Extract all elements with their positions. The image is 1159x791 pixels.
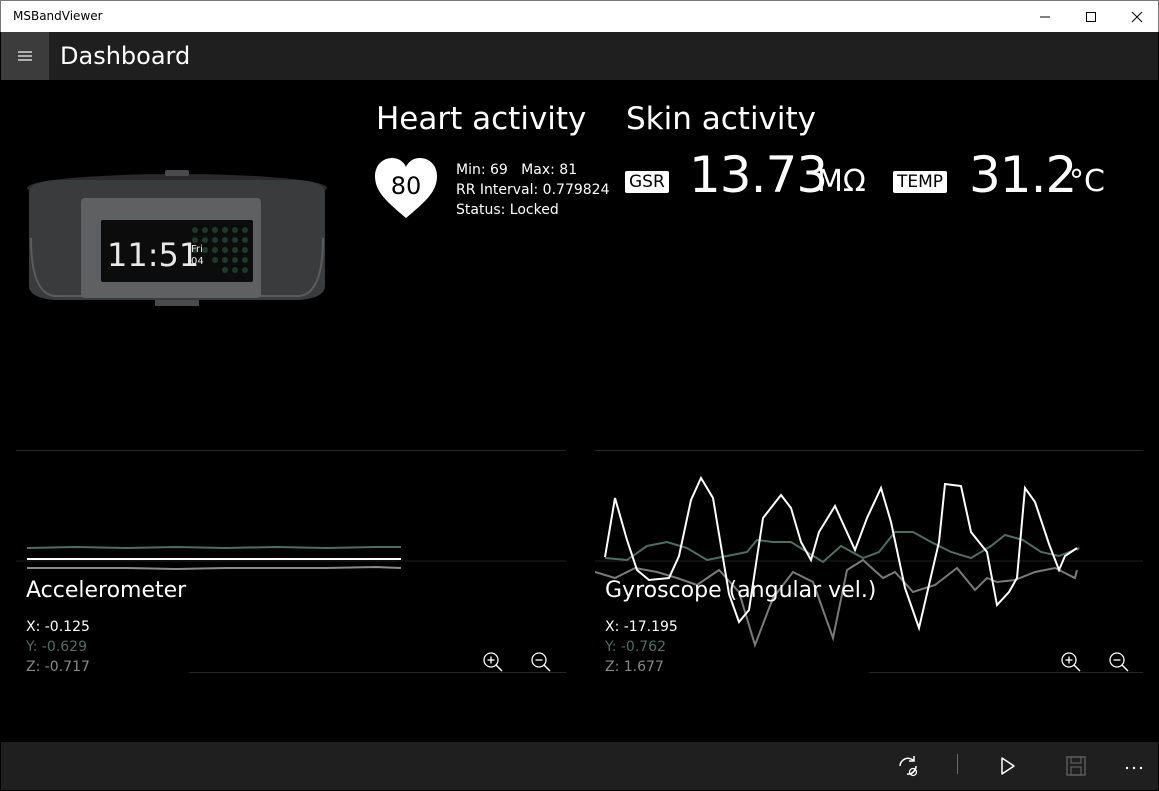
zoom-in-icon: [1061, 652, 1081, 672]
temp-unit: °C: [1069, 164, 1105, 199]
app-header: Dashboard: [1, 32, 1158, 80]
minimize-button[interactable]: [1022, 1, 1068, 33]
zoom-in-icon: [483, 652, 503, 672]
gyroscope-title: Gyroscope (angular vel.): [605, 578, 877, 603]
command-bar: [1, 742, 1158, 790]
accelerometer-z-value: Z: -0.717: [26, 659, 90, 675]
sync-button[interactable]: [896, 754, 920, 778]
gsr-label: GSR: [625, 171, 669, 193]
heart-icon: 80: [375, 158, 437, 218]
heart-stats: Min: 69 Max: 81 RR Interval: 0.779824 St…: [456, 160, 610, 220]
gyroscope-x-value: X: -17.195: [605, 619, 678, 635]
accelerometer-zoom-out-button[interactable]: [529, 650, 553, 674]
minimize-icon: [1040, 16, 1050, 18]
accelerometer-title: Accelerometer: [26, 578, 187, 603]
gyroscope-chart: [595, 475, 1143, 649]
play-button[interactable]: [995, 754, 1019, 778]
accelerometer-top-divider: [16, 450, 566, 451]
gsr-unit: MΩ: [817, 164, 866, 199]
gsr-value: 13.73: [689, 146, 828, 204]
accelerometer-series-y: [26, 545, 401, 550]
temp-value: 31.2: [969, 146, 1077, 204]
band-day: Fri: [191, 244, 203, 255]
maximize-button[interactable]: [1068, 1, 1114, 33]
maximize-icon: [1086, 12, 1096, 22]
save-button[interactable]: [1064, 754, 1088, 778]
page-title: Dashboard: [60, 42, 191, 70]
command-separator: [957, 754, 958, 774]
gyroscope-y-value: Y: -0.762: [605, 639, 666, 655]
gyroscope-top-divider: [595, 450, 1143, 451]
heart-min-max: Min: 69 Max: 81: [456, 162, 578, 178]
close-button[interactable]: [1114, 1, 1159, 33]
accelerometer-zoom-in-button[interactable]: [481, 650, 505, 674]
heart-activity-title: Heart activity: [376, 101, 587, 137]
accelerometer-bottom-divider: [189, 672, 566, 673]
band-time: 11:51: [107, 236, 199, 274]
heart-rate-value: 80: [391, 172, 422, 200]
accelerometer-chart: [16, 545, 566, 571]
heart-status: Status: Locked: [456, 202, 559, 218]
gyroscope-zoom-out-button[interactable]: [1107, 650, 1131, 674]
close-icon: [1131, 11, 1143, 23]
play-icon: [1001, 757, 1015, 775]
accelerometer-series-z: [27, 565, 402, 571]
gyroscope-z-value: Z: 1.677: [605, 659, 664, 675]
skin-activity-title: Skin activity: [626, 101, 817, 137]
heart-rr-interval: RR Interval: 0.779824: [456, 182, 610, 198]
window-titlebar: MSBandViewer: [0, 0, 1159, 32]
band-date: 04: [191, 256, 204, 267]
hamburger-icon: [18, 51, 32, 61]
more-icon: [1125, 766, 1143, 770]
window-title: MSBandViewer: [13, 9, 103, 23]
more-button[interactable]: [1122, 754, 1146, 778]
gyroscope-series-x: [604, 475, 1078, 632]
sync-icon: [899, 756, 918, 777]
accelerometer-y-value: Y: -0.629: [26, 639, 87, 655]
gyroscope-bottom-divider: [869, 672, 1143, 673]
gyroscope-zoom-in-button[interactable]: [1059, 650, 1083, 674]
hamburger-button[interactable]: [1, 32, 49, 80]
temp-label: TEMP: [893, 171, 948, 193]
dashboard-content: 11:51 Fri 04 Heart activity 80 Min: 69 M…: [1, 80, 1158, 742]
band-image: 11:51 Fri 04: [27, 170, 327, 306]
accelerometer-x-value: X: -0.125: [26, 619, 90, 635]
save-icon: [1066, 756, 1086, 776]
zoom-out-icon: [531, 652, 551, 672]
zoom-out-icon: [1109, 652, 1129, 672]
gyroscope-series-y: [604, 531, 1080, 564]
